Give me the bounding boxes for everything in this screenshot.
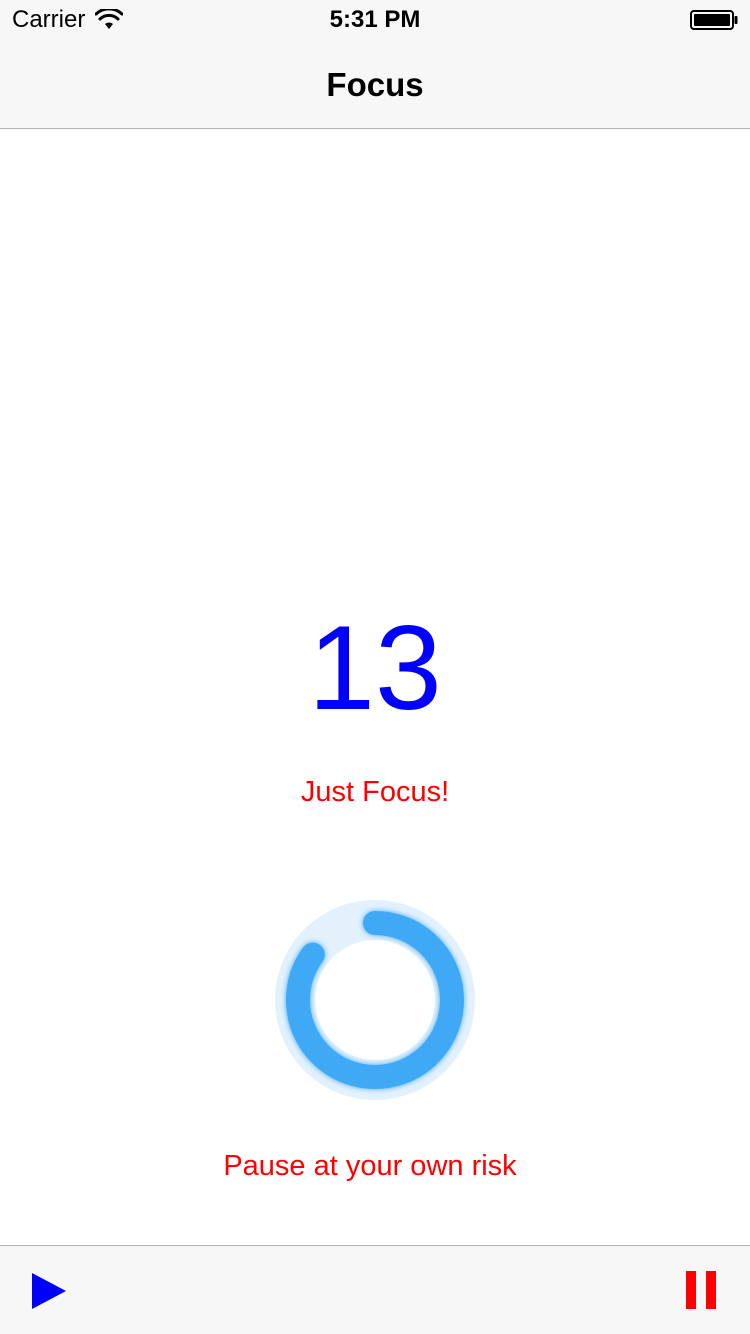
status-bar: Carrier 5:31 PM [0,0,750,40]
focus-screen: Carrier 5:31 PM Focus 13 Just Focus! Pau… [0,0,750,1334]
page-title: Focus [326,66,424,103]
play-button[interactable] [24,1266,74,1316]
play-icon [32,1273,66,1309]
battery-icon [690,10,738,30]
pause-icon [686,1271,716,1309]
focus-message: Just Focus! [300,776,450,808]
status-time: 5:31 PM [329,6,421,33]
progress-ring [275,900,475,1100]
pause-button[interactable] [676,1266,726,1316]
bottom-toolbar [0,1245,750,1334]
focus-counter: 13 [308,601,442,735]
pause-warning: Pause at your own risk [223,1150,517,1182]
progress-ring-center [315,940,435,1060]
navigation-bar: Focus [0,40,750,129]
